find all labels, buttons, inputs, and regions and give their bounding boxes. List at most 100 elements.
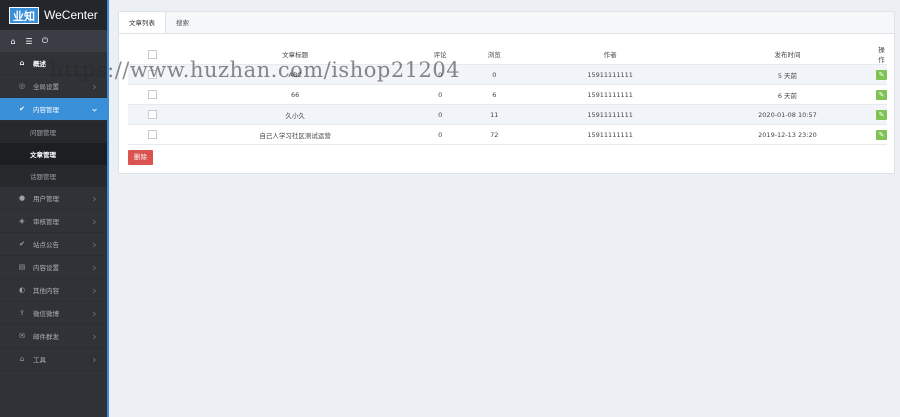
row-select-cell bbox=[128, 64, 178, 85]
mail-icon: ✉ bbox=[19, 332, 25, 340]
cell-title[interactable]: ABC bbox=[177, 64, 414, 85]
sidebar-item[interactable]: ◈ 审核管理 bbox=[0, 210, 107, 233]
sidebar-subitem[interactable]: 话题管理 bbox=[0, 165, 107, 187]
cell-actions: ✎ bbox=[876, 84, 887, 105]
chevron-right-icon bbox=[92, 242, 97, 248]
cell-title[interactable]: 自己人学习社区测试运营 bbox=[177, 124, 414, 145]
sidebar-subitem[interactable]: 文章管理 bbox=[0, 143, 107, 165]
sidebar-item[interactable]: ▤ 内容设置 bbox=[0, 256, 107, 279]
sidebar-item-label: 微信微博 bbox=[33, 310, 59, 318]
sidebar-item-label: 内容设置 bbox=[33, 264, 59, 272]
cell-title[interactable]: 66 bbox=[177, 84, 414, 105]
share-icon: ⇪ bbox=[19, 309, 25, 317]
shield-icon: ◈ bbox=[19, 217, 25, 225]
cell-comments: 0 bbox=[413, 84, 468, 105]
sidebar-item[interactable]: ⌂ 概述 bbox=[0, 52, 107, 75]
quick-toolbar: ⌂ ☰ ⏻ bbox=[0, 30, 107, 52]
sidebar-item-label: 邮件群发 bbox=[33, 333, 59, 341]
delete-button[interactable]: 删除 bbox=[128, 150, 153, 165]
select-all-cell bbox=[128, 44, 178, 65]
sidebar-item[interactable]: ⇪ 微信微博 bbox=[0, 302, 107, 325]
tools-icon: ⌂ bbox=[19, 355, 25, 363]
cell-author: 15911111111 bbox=[521, 124, 699, 145]
cell-time: 5 天前 bbox=[698, 64, 876, 85]
chevron-right-icon bbox=[92, 288, 97, 294]
chevron-right-icon bbox=[92, 265, 97, 271]
sidebar-item[interactable]: ✔ 站点公告 bbox=[0, 233, 107, 256]
column-header: 操作 bbox=[876, 44, 887, 65]
sidebar-item-label: 其他内容 bbox=[33, 287, 59, 295]
edit-icon[interactable]: ✎ bbox=[876, 109, 887, 120]
cell-author: 15911111111 bbox=[521, 104, 699, 125]
sidebar-item[interactable]: ✉ 邮件群发 bbox=[0, 325, 107, 348]
chevron-right-icon bbox=[92, 219, 97, 225]
select-all-checkbox[interactable] bbox=[148, 49, 158, 59]
sidebar-item[interactable]: ◎ 全局设置 bbox=[0, 75, 107, 98]
cell-actions: ✎ bbox=[876, 64, 887, 85]
table-row: 久小久 0 11 15911111111 2020-01-08 10:57 ✎ bbox=[128, 104, 887, 125]
sidebar-nav: ⌂ 概述 ◎ 全局设置 ✔ 内容管理 问题管理 文章管理 话题管理 ● 用户管理 ◈ 审核管理 ✔ 站点公告… bbox=[0, 52, 107, 371]
sidebar-item-label: 全局设置 bbox=[33, 83, 59, 91]
table-row: 自己人学习社区测试运营 0 72 15911111111 2019-12-13 23:2… bbox=[128, 124, 887, 145]
tab-item[interactable]: 文章列表 bbox=[119, 12, 166, 33]
column-header: 作者 bbox=[521, 44, 699, 65]
chevron-right-icon bbox=[92, 334, 97, 340]
sidebar-item[interactable]: ⌂ 工具 bbox=[0, 348, 107, 371]
row-checkbox[interactable] bbox=[148, 110, 158, 119]
logo[interactable]: 业知 WeCenter bbox=[0, 0, 107, 30]
sidebar-item-label: 内容管理 bbox=[33, 106, 59, 114]
row-checkbox[interactable] bbox=[148, 70, 158, 79]
edit-icon[interactable]: ✎ bbox=[876, 69, 887, 80]
sidebar-subitem[interactable]: 问题管理 bbox=[0, 121, 107, 143]
sidebar-item[interactable]: ● 用户管理 bbox=[0, 187, 107, 210]
sidebar-item-label: 用户管理 bbox=[33, 195, 59, 203]
sidebar-item[interactable]: ✔ 内容管理 bbox=[0, 98, 107, 121]
settings-icon: ◎ bbox=[18, 82, 26, 90]
home-icon: ⌂ bbox=[19, 59, 25, 67]
edit-icon[interactable]: ✎ bbox=[876, 129, 887, 140]
chevron-right-icon bbox=[92, 84, 97, 90]
content-icon: ✔ bbox=[19, 105, 25, 113]
cell-views: 72 bbox=[467, 124, 522, 145]
cell-actions: ✎ bbox=[876, 104, 887, 125]
cell-time: 2019-12-13 23:20 bbox=[698, 124, 876, 145]
sidebar-item[interactable]: ◐ 其他内容 bbox=[0, 279, 107, 302]
column-header: 发布时间 bbox=[698, 44, 876, 65]
cell-title[interactable]: 久小久 bbox=[177, 104, 414, 125]
chevron-right-icon bbox=[92, 196, 97, 202]
cell-actions: ✎ bbox=[876, 124, 887, 145]
cell-author: 15911111111 bbox=[521, 64, 699, 85]
sidebar-item-label: 工具 bbox=[33, 356, 46, 364]
cell-views: 0 bbox=[467, 64, 522, 85]
table-row: 66 0 6 15911111111 6 天前 ✎ bbox=[128, 84, 887, 105]
row-checkbox[interactable] bbox=[148, 130, 158, 139]
sidebar-item-label: 审核管理 bbox=[33, 218, 59, 226]
cell-comments: 0 bbox=[413, 124, 468, 145]
power-icon[interactable]: ⏻ bbox=[38, 34, 52, 48]
table-row: ABC 0 0 15911111111 5 天前 ✎ bbox=[128, 64, 887, 85]
edit-icon[interactable]: ✎ bbox=[876, 89, 887, 100]
cell-comments: 0 bbox=[413, 104, 468, 125]
column-header: 浏览 bbox=[467, 44, 522, 65]
row-select-cell bbox=[128, 84, 178, 105]
row-select-cell bbox=[128, 104, 178, 125]
row-checkbox[interactable] bbox=[148, 90, 158, 99]
chevron-down-icon bbox=[92, 107, 97, 112]
cell-time: 2020-01-08 10:57 bbox=[698, 104, 876, 125]
article-table: 文章标题 评论 浏览 作者 发布时间 操作 ABC 0 0 15911111111 5 天前 ✎ 66… bbox=[128, 44, 887, 145]
column-header: 评论 bbox=[413, 44, 468, 65]
table-header-row: 文章标题 评论 浏览 作者 发布时间 操作 bbox=[128, 44, 887, 65]
home-icon[interactable]: ⌂ bbox=[6, 34, 20, 48]
pie-icon: ◐ bbox=[18, 286, 26, 294]
table-body: ABC 0 0 15911111111 5 天前 ✎ 66 0 6 15911111111 6 天前… bbox=[128, 64, 887, 145]
cell-views: 11 bbox=[467, 104, 522, 125]
cell-comments: 0 bbox=[413, 64, 468, 85]
sidebar: 业知 WeCenter ⌂ ☰ ⏻ ⌂ 概述 ◎ 全局设置 ✔ 内容管理 问题管理 文章管理 话题管… bbox=[0, 0, 109, 417]
column-header: 文章标题 bbox=[177, 44, 414, 65]
tab-item[interactable]: 搜索 bbox=[166, 12, 199, 33]
document-icon: ▤ bbox=[18, 263, 26, 271]
cell-views: 6 bbox=[467, 84, 522, 105]
sidebar-item-label: 站点公告 bbox=[33, 241, 59, 249]
cell-author: 15911111111 bbox=[521, 84, 699, 105]
list-icon[interactable]: ☰ bbox=[22, 34, 36, 48]
